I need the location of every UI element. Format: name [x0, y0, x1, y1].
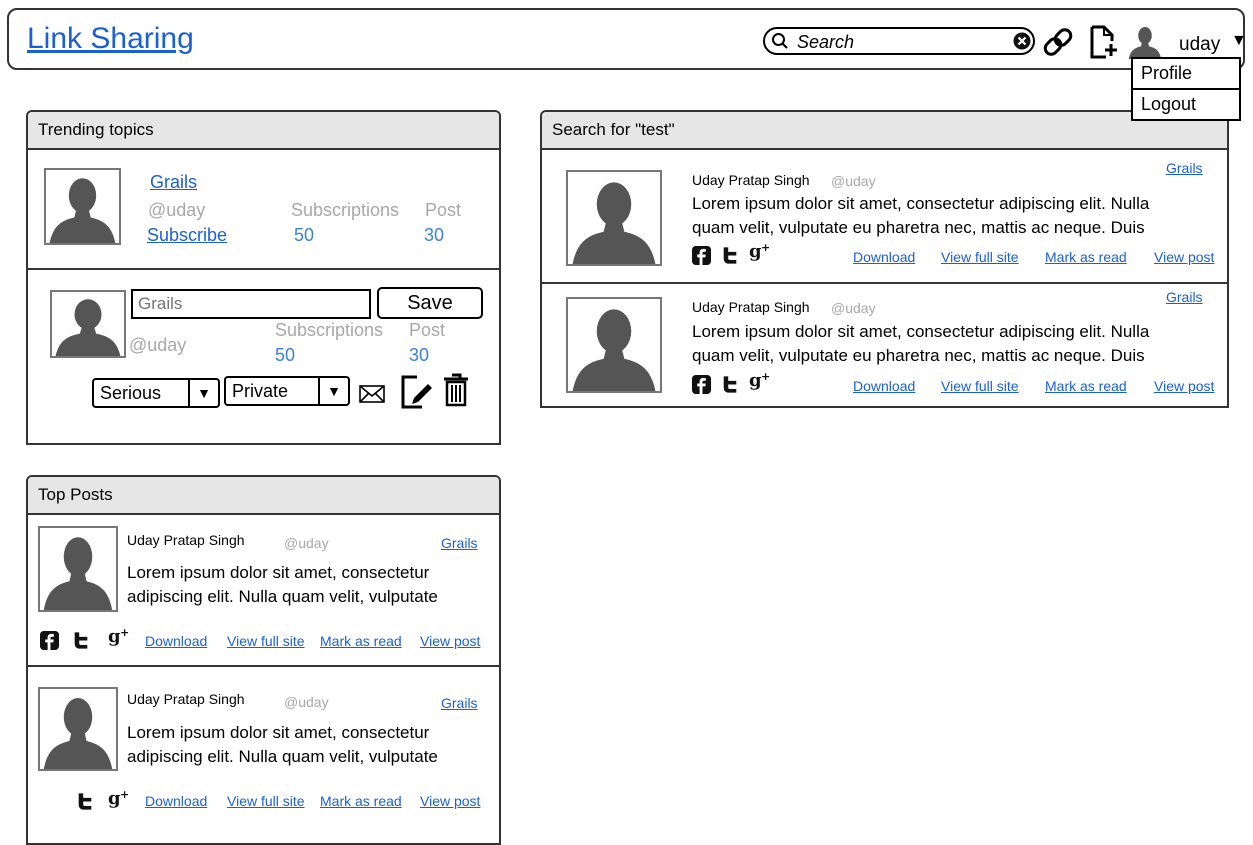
google-plus-icon[interactable]: [108, 626, 132, 648]
search-results-panel: Search for "test" Uday Pratap Singh @uda…: [540, 110, 1229, 408]
topic-handle: @uday: [129, 335, 187, 355]
subscriptions-label: Subscriptions: [291, 200, 400, 220]
chevron-down-icon: ▼: [188, 380, 218, 406]
view-full-site-link[interactable]: View full site: [941, 249, 1019, 265]
avatar: [44, 168, 121, 245]
divider: [28, 665, 499, 667]
mark-as-read-link[interactable]: Mark as read: [1045, 249, 1127, 265]
mail-icon[interactable]: [359, 384, 385, 409]
edit-icon[interactable]: [400, 374, 434, 415]
author-name: Uday Pratap Singh: [692, 299, 810, 315]
panel-title: Trending topics: [28, 112, 499, 150]
download-link[interactable]: Download: [145, 633, 207, 649]
view-full-site-link[interactable]: View full site: [941, 378, 1019, 394]
topic-name-input[interactable]: [131, 289, 371, 319]
download-link[interactable]: Download: [853, 378, 915, 394]
subscriptions-label: Subscriptions: [275, 320, 384, 340]
post-count: 30: [409, 345, 430, 365]
visibility-value: Private: [232, 381, 289, 401]
post-text: Lorem ipsum dolor sit amet, consectetur …: [692, 322, 1150, 341]
view-post-link[interactable]: View post: [1154, 249, 1214, 265]
topic-name-link[interactable]: Grails: [150, 172, 197, 193]
top-header: Link Sharing uday ▼: [7, 8, 1247, 70]
menu-item-logout[interactable]: Logout: [1133, 88, 1239, 119]
view-post-link[interactable]: View post: [420, 633, 480, 649]
brand-link[interactable]: Link Sharing: [27, 22, 194, 56]
search-input[interactable]: [795, 31, 999, 53]
subscriptions-count: 50: [275, 345, 296, 365]
author-name: Uday Pratap Singh: [127, 691, 245, 707]
avatar: [566, 297, 662, 393]
avatar: [38, 687, 118, 771]
view-full-site-link[interactable]: View full site: [227, 793, 305, 809]
clear-icon[interactable]: [1013, 32, 1031, 55]
caret-down-icon[interactable]: ▼: [1231, 32, 1247, 50]
post-text: Lorem ipsum dolor sit amet, consectetur: [127, 563, 430, 582]
author-handle: @uday: [284, 535, 329, 551]
mark-as-read-link[interactable]: Mark as read: [1045, 378, 1127, 394]
author-handle: @uday: [831, 300, 876, 316]
username-label[interactable]: uday: [1179, 34, 1220, 56]
topic-link[interactable]: Grails: [1166, 289, 1203, 305]
post-label: Post: [425, 200, 462, 220]
download-link[interactable]: Download: [853, 249, 915, 265]
twitter-icon[interactable]: [72, 631, 90, 650]
post-text: Lorem ipsum dolor sit amet, consectetur …: [692, 194, 1150, 213]
subscriptions-count: 50: [294, 225, 315, 245]
google-plus-icon[interactable]: [108, 788, 132, 810]
download-link[interactable]: Download: [145, 793, 207, 809]
trending-topics-panel: Trending topics Grails @uday Subscribe S…: [26, 110, 501, 445]
divider: [542, 282, 1227, 284]
post-label: Post: [409, 320, 446, 340]
visibility-select[interactable]: Private ▼: [224, 376, 350, 406]
chevron-down-icon: ▼: [318, 378, 348, 404]
twitter-icon[interactable]: [721, 246, 739, 265]
twitter-icon[interactable]: [721, 375, 739, 394]
panel-title: Search for "test": [542, 112, 1227, 150]
avatar: [566, 170, 662, 266]
link-icon[interactable]: [1041, 25, 1075, 64]
twitter-icon[interactable]: [76, 792, 94, 811]
post-text: adipiscing elit. Nulla quam velit, vulpu…: [127, 587, 438, 606]
avatar: [50, 290, 126, 358]
post-text: adipiscing elit. Nulla quam velit, vulpu…: [127, 747, 438, 766]
topic-link[interactable]: Grails: [441, 695, 478, 711]
divider: [26, 268, 501, 270]
user-dropdown-menu: Profile Logout: [1131, 57, 1241, 121]
panel-title: Top Posts: [28, 477, 499, 515]
post-text: quam velit, vulputate eu pharetra nec, m…: [692, 346, 1145, 365]
view-post-link[interactable]: View post: [420, 793, 480, 809]
seriousness-value: Serious: [100, 383, 162, 403]
author-handle: @uday: [284, 694, 329, 710]
view-full-site-link[interactable]: View full site: [227, 633, 305, 649]
search-icon: [771, 32, 789, 55]
topic-link[interactable]: Grails: [441, 535, 478, 551]
facebook-icon[interactable]: [692, 375, 711, 394]
mark-as-read-link[interactable]: Mark as read: [320, 793, 402, 809]
author-handle: @uday: [831, 173, 876, 189]
facebook-icon[interactable]: [692, 246, 711, 265]
author-name: Uday Pratap Singh: [127, 532, 245, 548]
author-name: Uday Pratap Singh: [692, 172, 810, 188]
topic-link[interactable]: Grails: [1166, 160, 1203, 176]
post-count: 30: [424, 225, 445, 245]
post-text: Lorem ipsum dolor sit amet, consectetur: [127, 723, 430, 742]
mark-as-read-link[interactable]: Mark as read: [320, 633, 402, 649]
trash-icon[interactable]: [442, 373, 470, 412]
search-box[interactable]: [763, 27, 1035, 55]
subscribe-link[interactable]: Subscribe: [147, 225, 227, 246]
facebook-icon[interactable]: [40, 631, 59, 650]
view-post-link[interactable]: View post: [1154, 378, 1214, 394]
post-text: quam velit, vulputate eu pharetra nec, m…: [692, 218, 1145, 237]
google-plus-icon[interactable]: [749, 370, 773, 392]
top-posts-panel: Top Posts Uday Pratap Singh @uday Grails…: [26, 475, 501, 845]
google-plus-icon[interactable]: [749, 241, 773, 263]
seriousness-select[interactable]: Serious ▼: [92, 378, 220, 408]
topic-handle: @uday: [148, 200, 206, 220]
save-button[interactable]: Save: [377, 287, 483, 319]
add-document-icon[interactable]: [1089, 24, 1119, 65]
menu-item-profile[interactable]: Profile: [1133, 59, 1239, 88]
avatar: [38, 526, 118, 612]
